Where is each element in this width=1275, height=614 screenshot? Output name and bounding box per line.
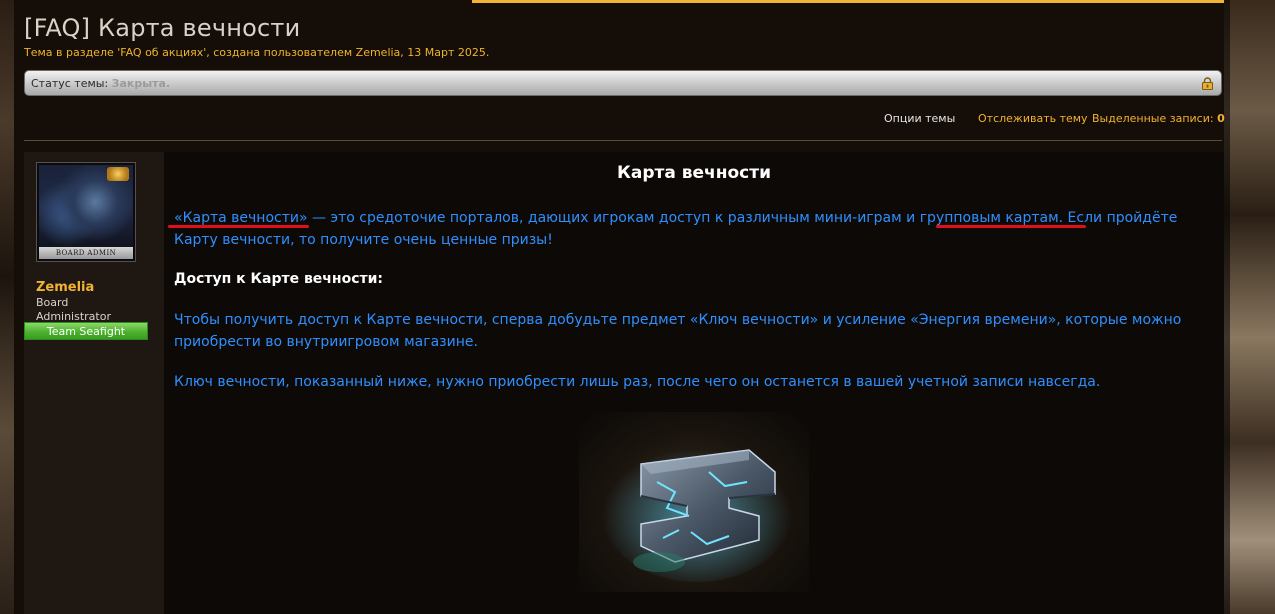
post-heading: Карта вечности [616,163,771,183]
team-badge: Team Seafight [24,322,148,340]
avatar-caption: BOARD ADMIN [39,247,133,259]
author-name[interactable]: Zemelia [36,280,94,295]
background-right-art [1224,0,1275,614]
background-left-art [0,0,14,614]
options-divider [24,140,1222,141]
lock-icon [1202,77,1213,90]
eternity-key-icon [602,442,792,582]
intro-link[interactable]: «Карта вечности» — [174,210,326,226]
intro-paragraph: «Карта вечности» — это средоточие портал… [174,207,1218,251]
group-maps-link[interactable]: групповым картам [920,210,1059,226]
red-underline-2 [936,225,1086,228]
access-heading: Доступ к Карте вечности: [174,271,384,287]
thread-status-label: Статус темы: [31,77,109,90]
key-paragraph: Ключ вечности, показанный ниже, нужно пр… [174,374,1101,390]
game-logo-icon [107,167,129,181]
intro-text-1: это средоточие порталов, дающих игрокам … [325,210,920,226]
thread-status: Статус темы: Закрыта. [31,77,170,90]
watch-thread-link[interactable]: Отслеживать тему [978,112,1088,125]
highlighted-posts-count: 0 [1217,112,1225,125]
thread-title: [FAQ] Карта вечности [24,14,301,42]
thread-status-value: Закрыта. [111,77,171,90]
thread-options-link[interactable]: Опции темы [884,112,955,125]
thread-meta[interactable]: Тема в разделе 'FAQ об акциях', создана … [24,46,489,59]
eternity-key-image [579,412,809,592]
access-paragraph: Чтобы получить доступ к Карте вечности, … [174,312,1182,350]
top-accent-line [472,0,1224,3]
highlighted-posts-link[interactable]: Выделенные записи: 0 [1092,112,1225,125]
author-title: Board Administrator [36,296,111,323]
red-underline-1 [168,225,309,228]
highlighted-posts-label: Выделенные записи: [1092,112,1214,125]
thread-status-bar: Статус темы: Закрыта. [24,70,1222,96]
avatar[interactable]: BOARD ADMIN [36,162,136,262]
